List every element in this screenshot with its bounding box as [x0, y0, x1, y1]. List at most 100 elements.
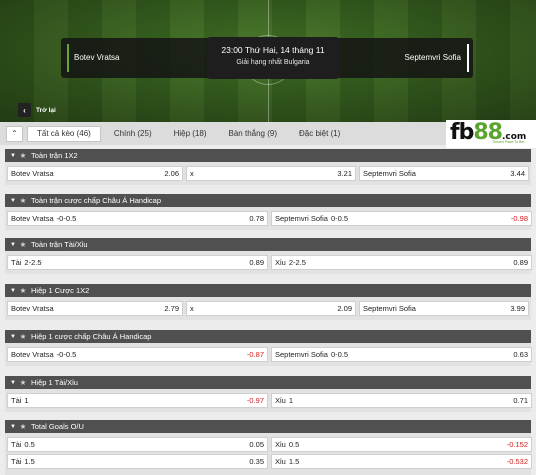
handicap-value: 1.5 [288, 457, 300, 466]
odds-value: 0.78 [249, 214, 264, 223]
market-title: Total Goals O/U [31, 422, 84, 431]
market-header[interactable]: ▼ ★ Toàn trận cược chấp Châu Á Handicap [5, 194, 531, 207]
tab-all[interactable]: Tất cả kèo (46) [27, 125, 101, 142]
tab-goals[interactable]: Bàn thắng (9) [220, 126, 286, 142]
odds-cell[interactable]: Septemvri Sofia 3.99 [359, 301, 529, 316]
odds-cell[interactable]: Botev Vratsa 2.06 [7, 166, 183, 181]
handicap-value: 1 [24, 396, 29, 405]
market-row: Tài 1 -0.97 Xỉu 1 0.71 [5, 389, 532, 412]
odds-cell[interactable]: Tài 2-2.5 0.89 [7, 255, 268, 270]
match-time: 23:00 Thứ Hai, 14 tháng 11 [221, 45, 325, 55]
caret-down-icon[interactable]: ▼ [8, 153, 18, 159]
odds-cell[interactable]: Tài 1 -0.97 [7, 393, 268, 408]
odds-cell[interactable]: Botev Vratsa -0-0.5 0.78 [7, 211, 268, 226]
market-header[interactable]: ▼ ★ Total Goals O/U [5, 420, 531, 433]
tab-main[interactable]: Chính (25) [105, 126, 161, 142]
caret-down-icon[interactable]: ▼ [8, 198, 18, 204]
star-icon[interactable]: ★ [18, 196, 28, 205]
handicap-value: 1 [288, 396, 294, 405]
market-header[interactable]: ▼ ★ Toàn trận Tài/Xỉu [5, 238, 531, 251]
odds-cell[interactable]: Xỉu 0.5 -0.152 [271, 437, 532, 452]
home-team-name: Botev Vratsa [74, 53, 120, 62]
odds-value: 0.35 [249, 457, 264, 466]
market-row: Botev Vratsa 2.06 x 3.21 Septemvri Sofia 3.44 [5, 162, 531, 185]
caret-down-icon[interactable]: ▼ [8, 424, 18, 430]
handicap-value: -0-0.5 [56, 350, 77, 359]
odds-value: 0.71 [513, 396, 528, 405]
odds-value: -0.87 [246, 350, 264, 359]
odds-value: 0.89 [513, 258, 528, 267]
star-icon[interactable]: ★ [18, 286, 28, 295]
star-icon[interactable]: ★ [18, 151, 28, 160]
market-row: Botev Vratsa 2.79 x 2.09 Septemvri Sofia 3.99 [5, 297, 531, 320]
market-header[interactable]: ▼ ★ Hiệp 1 Cược 1X2 [5, 284, 531, 297]
market-header[interactable]: ▼ ★ Hiệp 1 Tài/Xỉu [5, 376, 531, 389]
selection-label: Botev Vratsa [11, 304, 54, 313]
market-title: Hiệp 1 cược chấp Châu Á Handicap [31, 332, 152, 341]
market-title: Hiệp 1 Tài/Xỉu [31, 378, 78, 387]
selection-label: Xỉu 0.5 [275, 440, 300, 449]
selection-label: Tài 1 [11, 396, 29, 405]
selection-label: Xỉu 1.5 [275, 457, 300, 466]
star-icon[interactable]: ★ [18, 422, 28, 431]
market-row: Tài 1.5 0.35 Xỉu 1.5 -0.532 [5, 453, 532, 475]
selection-label: Septemvri Sofia 0-0.5 [275, 350, 349, 359]
market-header[interactable]: ▼ ★ Hiệp 1 cược chấp Châu Á Handicap [5, 330, 531, 343]
odds-cell[interactable]: x 3.21 [186, 166, 356, 181]
tab-special[interactable]: Đặc biệt (1) [290, 126, 349, 142]
star-icon[interactable]: ★ [18, 240, 28, 249]
handicap-value: 2-2.5 [24, 258, 42, 267]
handicap-value: 0.5 [24, 440, 35, 449]
selection-label: x [190, 169, 194, 178]
home-accent [67, 44, 69, 72]
market-row: Botev Vratsa -0-0.5 0.78 Septemvri Sofia 0-0… [5, 207, 532, 230]
selection-label: Tài 0.5 [11, 440, 35, 449]
odds-cell[interactable]: Botev Vratsa -0-0.5 -0.87 [7, 347, 268, 362]
odds-value: -0.532 [506, 457, 528, 466]
odds-value: 0.89 [249, 258, 264, 267]
odds-value: 3.44 [510, 169, 525, 178]
handicap-value: 1.5 [24, 457, 35, 466]
caret-down-icon[interactable]: ▼ [8, 242, 18, 248]
odds-cell[interactable]: Septemvri Sofia 3.44 [359, 166, 529, 181]
odds-cell[interactable]: Tài 0.5 0.05 [7, 437, 268, 452]
caret-down-icon[interactable]: ▼ [8, 288, 18, 294]
selection-label: Xỉu 2-2.5 [275, 258, 306, 267]
odds-value: 2.06 [164, 169, 179, 178]
odds-value: 3.99 [510, 304, 525, 313]
handicap-value: 2-2.5 [288, 258, 306, 267]
tab-half[interactable]: Hiệp (18) [165, 126, 216, 142]
away-team-name: Septemvri Sofia [404, 53, 461, 62]
selection-label: Botev Vratsa [11, 169, 54, 178]
away-accent [467, 44, 469, 72]
back-button[interactable]: ‹ Trở lại [18, 103, 56, 117]
odds-value: -0.152 [506, 440, 528, 449]
scoreboard: Botev Vratsa 23:00 Thứ Hai, 14 tháng 11 … [61, 37, 473, 79]
market-row: Tài 0.5 0.05 Xỉu 0.5 -0.152 [5, 433, 532, 453]
odds-value: -0.97 [246, 396, 264, 405]
selection-label: Septemvri Sofia 0-0.5 [275, 214, 349, 223]
selection-label: x [190, 304, 194, 313]
selection-label: Botev Vratsa -0-0.5 [11, 350, 77, 359]
handicap-value: 0.5 [288, 440, 300, 449]
selection-label: Septemvri Sofia [363, 304, 416, 313]
market-title: Toàn trận 1X2 [31, 151, 78, 160]
odds-cell[interactable]: Xỉu 2-2.5 0.89 [271, 255, 532, 270]
odds-cell[interactable]: Septemvri Sofia 0-0.5 0.63 [271, 347, 532, 362]
odds-cell[interactable]: Xỉu 1.5 -0.532 [271, 454, 532, 469]
odds-cell[interactable]: x 2.09 [186, 301, 356, 316]
odds-cell[interactable]: Tài 1.5 0.35 [7, 454, 268, 469]
odds-cell[interactable]: Botev Vratsa 2.79 [7, 301, 183, 316]
star-icon[interactable]: ★ [18, 378, 28, 387]
market-title: Toàn trận Tài/Xỉu [31, 240, 88, 249]
caret-down-icon[interactable]: ▼ [8, 334, 18, 340]
market-header[interactable]: ▼ ★ Toàn trận 1X2 [5, 149, 531, 162]
caret-down-icon[interactable]: ▼ [8, 380, 18, 386]
odds-value: 0.05 [249, 440, 264, 449]
handicap-value: 0-0.5 [330, 350, 349, 359]
collapse-all-button[interactable]: ⌃ [6, 125, 23, 142]
odds-cell[interactable]: Septemvri Sofia 0-0.5 -0.98 [271, 211, 532, 226]
odds-cell[interactable]: Xỉu 1 0.71 [271, 393, 532, 408]
selection-label: Xỉu 1 [275, 396, 294, 405]
star-icon[interactable]: ★ [18, 332, 28, 341]
